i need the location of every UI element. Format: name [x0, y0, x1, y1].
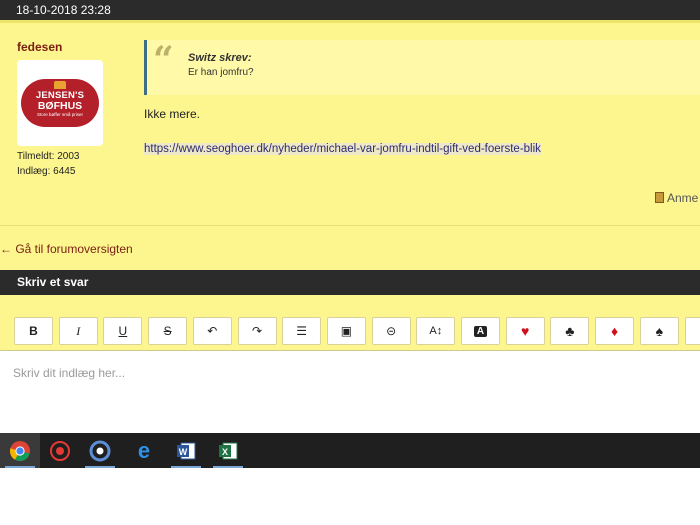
undo-button[interactable]: ↶ — [192, 317, 232, 345]
bold-button[interactable]: B — [14, 317, 53, 345]
media-taskbar-button[interactable] — [80, 433, 120, 468]
author-post-count: Indlæg: 6445 — [17, 166, 76, 177]
avatar: JENSEN'S BØFHUS Store bøffer små priser — [17, 60, 103, 146]
antivirus-icon — [50, 440, 70, 461]
spade-button[interactable]: ♠ — [639, 317, 679, 345]
list-button[interactable]: ☰ — [282, 317, 322, 345]
link-icon: ⊝ — [386, 324, 397, 338]
reply-title: Skriv et svar — [17, 275, 89, 289]
post-link[interactable]: https://www.seoghoer.dk/nyheder/michael-… — [144, 143, 541, 155]
chrome-taskbar-button[interactable] — [0, 433, 40, 468]
running-indicator — [85, 466, 115, 468]
quote-text: Er han jomfru? — [188, 67, 254, 78]
windows-taskbar: e W X — [0, 433, 700, 468]
diamond-button[interactable]: ♦ — [595, 317, 635, 345]
italic-icon: I — [76, 323, 81, 338]
font-size-icon: A↕ — [429, 325, 443, 337]
image-icon: ▣ — [340, 324, 353, 338]
quote-author: Switz skrev: — [188, 52, 252, 64]
clipboard-icon — [655, 192, 664, 203]
quote-icon: “ — [153, 39, 174, 81]
font-color-icon: A — [473, 325, 488, 337]
excel-icon: X — [219, 442, 238, 459]
heart-button[interactable]: ♥ — [505, 317, 545, 345]
edge-taskbar-button[interactable]: e — [124, 433, 164, 468]
diamond-icon: ♦ — [611, 323, 619, 339]
post-timestamp: 18-10-2018 23:28 — [16, 3, 111, 17]
chrome-icon — [9, 440, 30, 461]
report-button[interactable]: Anme — [655, 191, 698, 205]
quote-block: “ Switz skrev: Er han jomfru? — [144, 40, 700, 95]
post-author[interactable]: fedesen — [17, 40, 62, 54]
font-color-button[interactable]: A — [461, 317, 500, 345]
strikethrough-icon: S — [163, 324, 172, 338]
heart-icon: ♥ — [521, 323, 530, 339]
jensens-bofhus-logo: JENSEN'S BØFHUS Store bøffer små priser — [21, 79, 99, 127]
excel-taskbar-button[interactable]: X — [208, 433, 248, 468]
image-button[interactable]: ▣ — [326, 317, 366, 345]
logo-line2: BØFHUS — [37, 100, 83, 112]
report-label: Anme — [667, 191, 699, 205]
link-button[interactable]: ⊝ — [371, 317, 411, 345]
undo-icon: ↶ — [207, 324, 218, 338]
post-footer: ← Gå til forumoversigten — [0, 225, 700, 270]
author-registered: Tilmeldt: 2003 — [17, 151, 80, 162]
reply-placeholder: Skriv dit indlæg her... — [13, 366, 126, 380]
back-to-forum-link[interactable]: ← Gå til forumoversigten — [0, 242, 133, 256]
club-button[interactable]: ♣ — [550, 317, 590, 345]
italic-button[interactable]: I — [58, 317, 98, 345]
strikethrough-button[interactable]: S — [148, 317, 188, 345]
redo-button[interactable]: ↷ — [237, 317, 277, 345]
antivirus-taskbar-button[interactable] — [40, 433, 80, 468]
underline-icon: U — [118, 324, 128, 338]
editor-toolbar: B I U S ↶ ↷ ☰ ▣ ⊝ A↕ A ♥ ♣ ♦ ♠ I — [14, 317, 700, 345]
svg-text:X: X — [222, 447, 228, 457]
post-timestamp-bar: 18-10-2018 23:28 — [0, 0, 700, 20]
club-icon: ♣ — [565, 323, 575, 339]
running-indicator-word — [171, 466, 201, 468]
active-indicator — [5, 466, 35, 468]
reply-editor: B I U S ↶ ↷ ☰ ▣ ⊝ A↕ A ♥ ♣ ♦ ♠ I Skriv dit indlæg her..… — [0, 295, 700, 433]
running-indicator-excel — [213, 466, 243, 468]
word-icon: W — [177, 442, 196, 459]
font-size-button[interactable]: A↕ — [416, 317, 456, 345]
svg-text:W: W — [179, 447, 188, 457]
more-button[interactable]: I — [684, 317, 700, 345]
logo-line3: Store bøffer små priser — [37, 112, 83, 117]
spade-icon: ♠ — [655, 323, 664, 339]
forum-post: fedesen JENSEN'S BØFHUS Store bøffer små… — [0, 20, 700, 225]
media-icon — [89, 440, 111, 461]
underline-button[interactable]: U — [103, 317, 143, 345]
list-icon: ☰ — [296, 324, 308, 338]
word-taskbar-button[interactable]: W — [166, 433, 206, 468]
svg-text:e: e — [138, 440, 150, 462]
reply-textarea[interactable]: Skriv dit indlæg her... — [0, 350, 700, 433]
post-body: Ikke mere. — [144, 107, 201, 121]
crown-icon — [54, 81, 66, 89]
bold-icon: B — [29, 324, 38, 338]
reply-header: Skriv et svar — [0, 270, 700, 295]
redo-icon: ↷ — [251, 324, 263, 338]
edge-icon: e — [138, 440, 150, 462]
